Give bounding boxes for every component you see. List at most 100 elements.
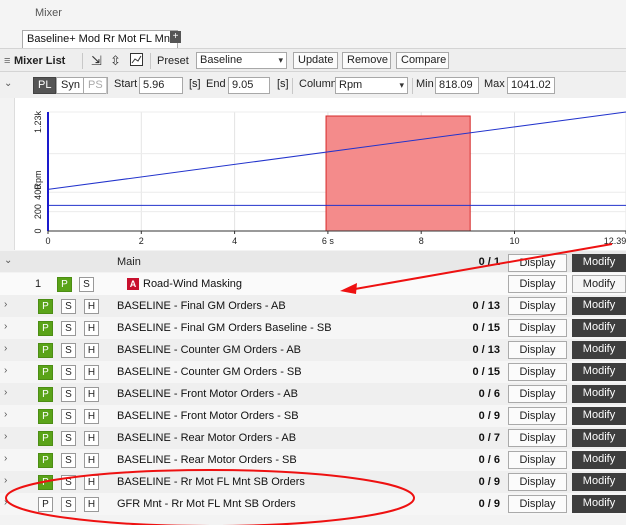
s-toggle[interactable]: S [79,277,94,292]
chevron-right-icon[interactable]: › [4,453,7,464]
remove-button[interactable]: Remove [342,52,391,69]
rpm-chart[interactable]: 0246 s 8 10 12.39 0 200 400 1.23k Rpm [14,98,626,250]
hamburger-icon[interactable]: ≡ [4,53,10,69]
document-tab[interactable]: Baseline+ Mod Rr Mot FL Mnt [22,30,179,48]
min-label: Min [416,78,434,90]
expand-all-icon[interactable]: ⇳ [110,53,121,69]
p-toggle[interactable]: P [38,343,53,358]
h-toggle[interactable]: H [84,453,99,468]
min-input[interactable]: 818.09 [435,77,479,94]
modify-button[interactable]: Modify [572,363,626,381]
p-toggle[interactable]: P [38,409,53,424]
group-modify-button[interactable]: Modify [572,254,626,272]
row-name: BASELINE - Counter GM Orders - AB [117,344,302,356]
display-button[interactable]: Display [508,319,567,337]
s-toggle[interactable]: S [61,299,76,314]
add-tab-button[interactable]: + [170,31,181,43]
display-button[interactable]: Display [508,451,567,469]
mixer-row: › P S H BASELINE - Counter GM Orders - SB 0 /… [0,361,626,383]
pl-toggle[interactable]: PL [33,77,57,94]
s-toggle[interactable]: S [61,475,76,490]
display-button[interactable]: Display [508,407,567,425]
y-tick-label: 1.23k [33,110,43,133]
modify-button[interactable]: Modify [572,451,626,469]
column-select[interactable]: Rpm ▾ [335,77,408,94]
h-toggle[interactable]: H [84,475,99,490]
h-toggle[interactable]: H [84,321,99,336]
modify-button[interactable]: Modify [572,473,626,491]
collapse-all-icon[interactable]: ⇲ [91,53,102,69]
control-row: ⌄ PL Syn PS Start 5.96 [s] End 9.05 [s] … [0,72,626,98]
h-toggle[interactable]: H [84,431,99,446]
p-toggle[interactable]: P [57,277,72,292]
s-toggle[interactable]: S [61,497,76,512]
update-button[interactable]: Update [293,52,338,69]
modify-button[interactable]: Modify [572,319,626,337]
start-unit: [s] [189,78,201,90]
modify-button[interactable]: Modify [572,495,626,513]
p-toggle[interactable]: P [38,365,53,380]
group-label: Main [117,256,141,268]
chevron-right-icon[interactable]: › [4,409,7,420]
row-count: 0 / 6 [478,454,500,466]
h-toggle[interactable]: H [84,365,99,380]
p-toggle[interactable]: P [38,453,53,468]
modify-button[interactable]: Modify [572,341,626,359]
chevron-down-icon[interactable]: ⌄ [4,255,12,266]
p-toggle[interactable]: P [38,321,53,336]
s-toggle[interactable]: S [61,387,76,402]
h-toggle[interactable]: H [84,497,99,512]
syn-toggle[interactable]: Syn [56,77,85,94]
group-display-button[interactable]: Display [508,254,567,272]
p-toggle[interactable]: P [38,431,53,446]
h-toggle[interactable]: H [84,409,99,424]
s-toggle[interactable]: S [61,343,76,358]
separator [412,78,413,94]
chevron-right-icon[interactable]: › [4,299,7,310]
h-toggle[interactable]: H [84,343,99,358]
chevron-right-icon[interactable]: › [4,497,7,508]
display-button[interactable]: Display [508,341,567,359]
compare-button[interactable]: Compare [396,52,449,69]
modify-button[interactable]: Modify [572,407,626,425]
display-button[interactable]: Display [508,473,567,491]
end-input[interactable]: 9.05 [228,77,270,94]
chevron-right-icon[interactable]: › [4,475,7,486]
chevron-right-icon[interactable]: › [4,343,7,354]
s-toggle[interactable]: S [61,431,76,446]
max-input[interactable]: 1041.02 [507,77,555,94]
s-toggle[interactable]: S [61,409,76,424]
ps-toggle[interactable]: PS [83,77,108,94]
row-count: 0 / 9 [478,498,500,510]
row-name: GFR Mnt - Rr Mot FL Mnt SB Orders [117,498,296,510]
chart-view-icon[interactable] [130,53,143,69]
display-button[interactable]: Display [508,275,567,293]
h-toggle[interactable]: H [84,299,99,314]
display-button[interactable]: Display [508,385,567,403]
chevron-down-icon: ▾ [399,80,404,90]
modify-button[interactable]: Modify [572,429,626,447]
modify-button[interactable]: Modify [572,297,626,315]
display-button[interactable]: Display [508,363,567,381]
s-toggle[interactable]: S [61,453,76,468]
max-label: Max [484,78,505,90]
chevron-down-icon[interactable]: ⌄ [4,78,12,89]
display-button[interactable]: Display [508,297,567,315]
modify-button[interactable]: Modify [572,385,626,403]
p-toggle[interactable]: P [38,475,53,490]
chevron-right-icon[interactable]: › [4,365,7,376]
start-input[interactable]: 5.96 [139,77,183,94]
display-button[interactable]: Display [508,429,567,447]
chevron-right-icon[interactable]: › [4,321,7,332]
modify-button[interactable]: Modify [572,275,626,293]
chevron-right-icon[interactable]: › [4,387,7,398]
p-toggle[interactable]: P [38,497,53,512]
s-toggle[interactable]: S [61,321,76,336]
chevron-right-icon[interactable]: › [4,431,7,442]
preset-select[interactable]: Baseline ▾ [196,52,287,69]
s-toggle[interactable]: S [61,365,76,380]
display-button[interactable]: Display [508,495,567,513]
p-toggle[interactable]: P [38,299,53,314]
p-toggle[interactable]: P [38,387,53,402]
h-toggle[interactable]: H [84,387,99,402]
